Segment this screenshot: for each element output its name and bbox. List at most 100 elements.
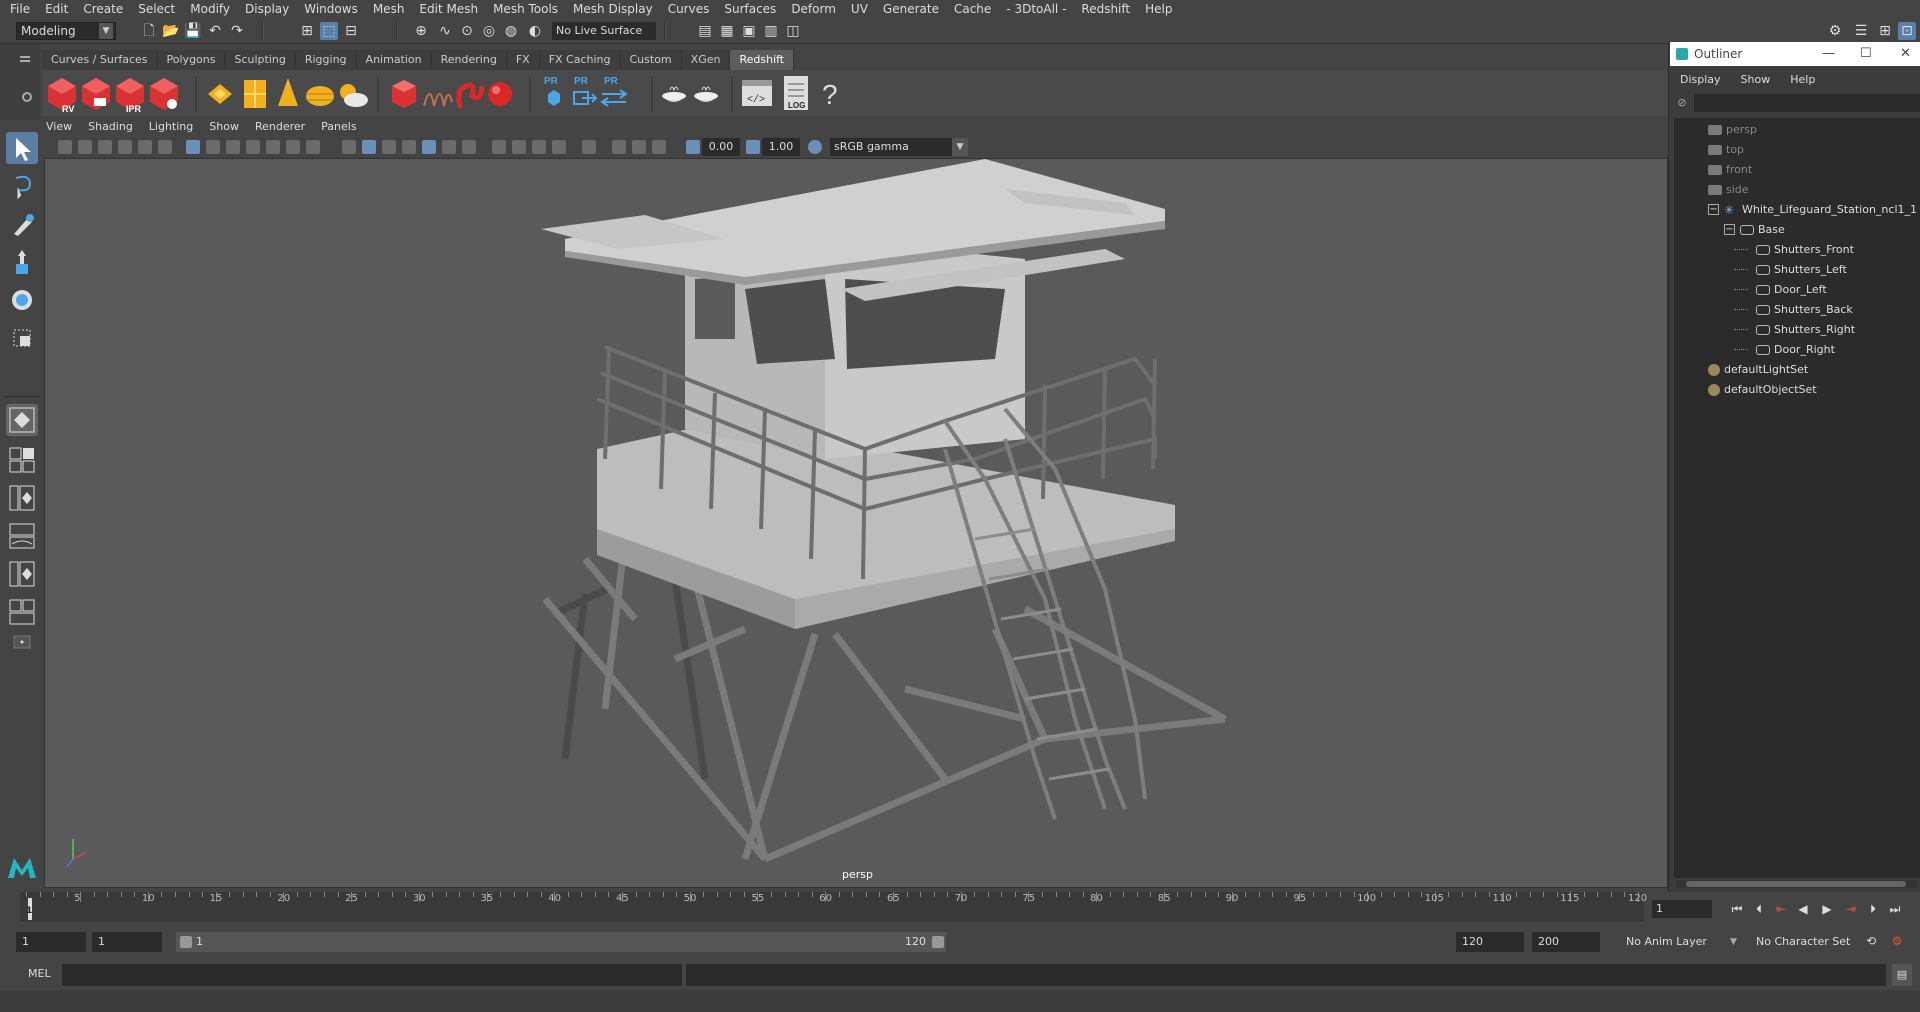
time-slider[interactable]: 5 10 15 20 25 30 35 40 45 50 55 60 65 70 75 80 85 90 95 100…: [20, 892, 1647, 922]
wireframe-icon[interactable]: [342, 140, 356, 154]
live-surface-field[interactable]: No Live Surface: [552, 22, 656, 40]
shelf-tab-curves-surfaces[interactable]: Curves / Surfaces: [42, 50, 158, 70]
step-back-frame-icon[interactable]: ⏴: [1750, 900, 1768, 918]
menu-curves[interactable]: Curves: [668, 2, 710, 16]
close-icon[interactable]: ✕: [1900, 42, 1911, 66]
smooth-shade-icon[interactable]: [362, 140, 376, 154]
snap-view-plane-icon[interactable]: ◎: [480, 22, 498, 40]
isolate-select-icon[interactable]: [552, 140, 566, 154]
command-input[interactable]: [62, 964, 682, 986]
menu-set-selector[interactable]: Modeling ▼: [16, 22, 116, 40]
shelf-tab-xgen[interactable]: XGen: [681, 50, 731, 70]
redshift-pr-bake-icon[interactable]: PR: [544, 76, 560, 106]
redshift-ipr-icon[interactable]: IPR: [116, 78, 144, 114]
step-forward-key-icon[interactable]: ⇥: [1842, 900, 1860, 918]
film-gate-icon[interactable]: [206, 140, 220, 154]
redshift-dome-light-icon[interactable]: [306, 86, 334, 106]
snap-point-icon[interactable]: ⊙: [458, 22, 476, 40]
toggle-panels-icon[interactable]: ⊞: [1876, 22, 1894, 40]
playback-end-field[interactable]: 120: [1456, 932, 1524, 952]
step-back-key-icon[interactable]: ⇤: [1772, 900, 1790, 918]
shelf-tab-redshift[interactable]: Redshift: [730, 50, 795, 70]
range-end-handle[interactable]: [932, 936, 944, 948]
go-to-start-icon[interactable]: ⏮: [1728, 900, 1746, 918]
select-object-icon[interactable]: ⬚: [320, 22, 338, 40]
textured-icon[interactable]: [402, 140, 416, 154]
redshift-material-icon[interactable]: [456, 82, 485, 109]
auto-key-icon[interactable]: ⟲: [1862, 932, 1880, 950]
viewport-menu-show[interactable]: Show: [209, 120, 239, 136]
move-tool-icon[interactable]: [6, 246, 38, 278]
script-language-toggle[interactable]: MEL: [28, 967, 51, 980]
animation-start-field[interactable]: 1: [16, 932, 86, 952]
shelf-tab-fx[interactable]: FX: [506, 50, 540, 70]
depth-of-field-icon[interactable]: [532, 140, 546, 154]
outliner-item[interactable]: top: [1708, 140, 1744, 160]
undo-icon[interactable]: ↶: [206, 22, 224, 40]
redshift-area-light-icon[interactable]: [208, 84, 232, 104]
image-plane-icon[interactable]: [118, 140, 132, 154]
persp-hypershade-layout-icon[interactable]: [6, 558, 38, 590]
safe-action-icon[interactable]: [286, 140, 300, 154]
shelf-tab-fx-caching[interactable]: FX Caching: [539, 50, 621, 70]
animation-prefs-icon[interactable]: ⚙: [1888, 932, 1906, 950]
persp-outliner-layout-icon[interactable]: [6, 482, 38, 514]
outliner-item[interactable]: Door_Left: [1756, 280, 1827, 300]
menu-select[interactable]: Select: [138, 2, 175, 16]
single-perspective-layout-icon[interactable]: [6, 404, 38, 436]
select-camera-icon[interactable]: [58, 140, 72, 154]
menu-display[interactable]: Display: [245, 2, 289, 16]
lasso-tool-icon[interactable]: [6, 170, 38, 202]
outliner-persp-graph-layout-icon[interactable]: [6, 596, 38, 628]
select-component-icon[interactable]: ⊟: [342, 22, 360, 40]
use-all-lights-icon[interactable]: [422, 140, 436, 154]
shelf-tab-rigging[interactable]: Rigging: [295, 50, 357, 70]
shelf-menu-icon[interactable]: [20, 56, 30, 58]
hypershade-icon[interactable]: ◫: [784, 22, 802, 40]
color-management-dropdown[interactable]: sRGB gamma ▼: [830, 138, 968, 156]
outliner-scrollbar[interactable]: [1676, 880, 1918, 888]
menu-mesh-display[interactable]: Mesh Display: [573, 2, 653, 16]
outliner-item[interactable]: side: [1708, 180, 1749, 200]
redshift-log-icon[interactable]: LOG: [784, 76, 808, 110]
outliner-item[interactable]: front: [1708, 160, 1752, 180]
outliner-item[interactable]: Shutters_Left: [1756, 260, 1847, 280]
field-chart-icon[interactable]: [266, 140, 280, 154]
resolution-gate-icon[interactable]: [226, 140, 240, 154]
menu-file[interactable]: File: [10, 2, 30, 16]
outliner-item[interactable]: defaultObjectSet: [1708, 380, 1817, 400]
minimize-icon[interactable]: —: [1822, 42, 1835, 66]
range-slider[interactable]: 1 120: [176, 932, 946, 952]
save-scene-icon[interactable]: 💾: [184, 22, 202, 40]
four-view-layout-icon[interactable]: [6, 444, 38, 476]
gamma-icon[interactable]: [746, 140, 760, 154]
current-frame-field[interactable]: 1: [1652, 900, 1712, 918]
menu-surfaces[interactable]: Surfaces: [724, 2, 776, 16]
backface-culling-icon[interactable]: [652, 140, 666, 154]
anti-aliasing-icon[interactable]: [512, 140, 526, 154]
menu-create[interactable]: Create: [83, 2, 123, 16]
shelf-tab-custom[interactable]: Custom: [620, 50, 682, 70]
redshift-render-icon[interactable]: [82, 78, 110, 110]
redshift-render-view-icon[interactable]: RV: [48, 78, 76, 114]
bookmark-icon[interactable]: [98, 140, 112, 154]
snap-surface-icon[interactable]: ◍: [502, 22, 520, 40]
viewport-menu-panels[interactable]: Panels: [321, 120, 356, 136]
redshift-portal-light-icon[interactable]: [244, 80, 266, 108]
rotate-tool-icon[interactable]: [6, 284, 38, 316]
exposure-icon[interactable]: [686, 140, 700, 154]
workspace-icon[interactable]: ⚙: [1826, 22, 1844, 40]
exposure-field[interactable]: 0.00: [702, 138, 740, 156]
outliner-item[interactable]: persp: [1708, 120, 1757, 140]
menu-edit-mesh[interactable]: Edit Mesh: [419, 2, 478, 16]
redshift-sphere-icon[interactable]: [488, 82, 512, 106]
character-set-dropdown[interactable]: No Character Set: [1750, 932, 1874, 952]
menu-redshift[interactable]: Redshift: [1081, 2, 1130, 16]
outliner-item[interactable]: Shutters_Back: [1756, 300, 1853, 320]
redshift-settings-icon[interactable]: [150, 78, 178, 110]
grid-icon[interactable]: [186, 140, 200, 154]
menu-modify[interactable]: Modify: [190, 2, 230, 16]
snap-live-icon[interactable]: ◐: [526, 22, 544, 40]
play-backwards-icon[interactable]: ◀: [1794, 900, 1812, 918]
paint-select-tool-icon[interactable]: [6, 208, 38, 240]
